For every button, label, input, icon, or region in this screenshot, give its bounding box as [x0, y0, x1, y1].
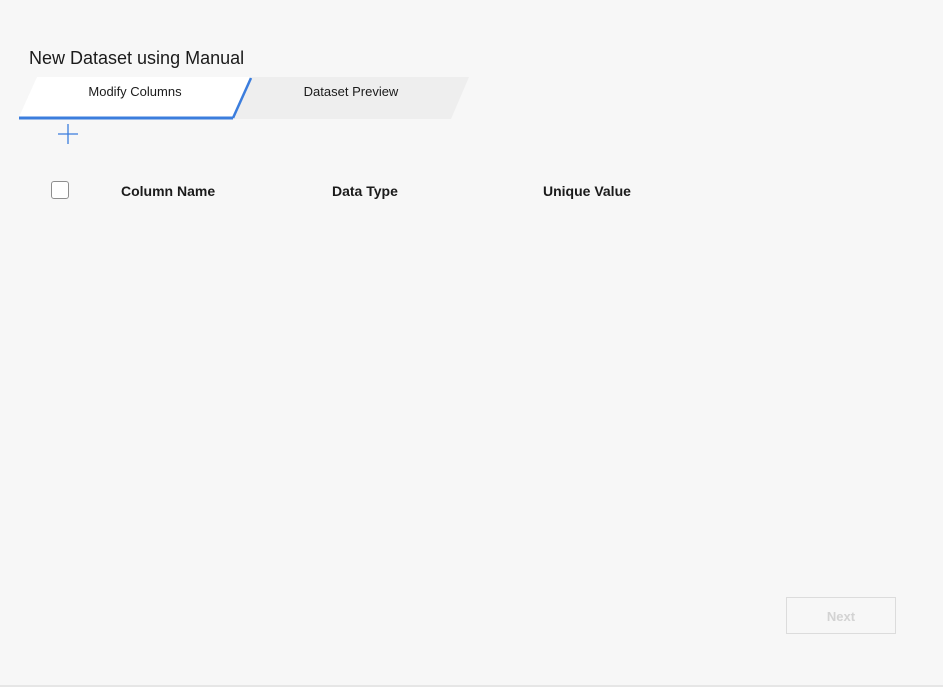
page-title: New Dataset using Manual — [29, 48, 245, 68]
column-header-data-type: Data Type — [332, 183, 398, 199]
column-header-column-name: Column Name — [121, 183, 216, 199]
tab-modify-columns[interactable]: Modify Columns — [19, 77, 251, 107]
plus-icon — [58, 124, 78, 144]
column-header-unique-value: Unique Value — [543, 183, 631, 199]
dataset-wizard-page: New Dataset using Manual Modify Columns … — [0, 0, 943, 687]
select-all-checkbox[interactable] — [51, 181, 69, 199]
wizard-tabs: Modify Columns Dataset Preview — [19, 77, 471, 120]
add-column-button[interactable] — [56, 122, 80, 146]
tab-dataset-preview[interactable]: Dataset Preview — [241, 77, 461, 107]
columns-table-header: Column Name Data Type Unique Value — [0, 176, 943, 208]
next-button[interactable]: Next — [786, 597, 896, 634]
